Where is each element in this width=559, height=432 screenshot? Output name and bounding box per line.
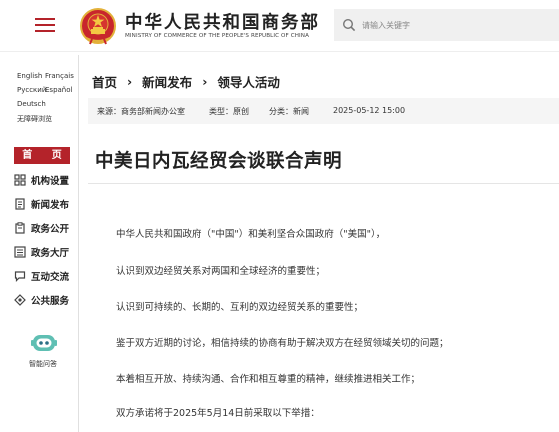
breadcrumb: 首页 › 新闻发布 › 领导人活动: [92, 72, 280, 91]
article-paragraph: 认识到双边经贸关系对两国和全球经济的重要性；: [116, 266, 326, 277]
article-paragraph: 中华人民共和国政府（"中国"）和美利坚合众国政府（"美国"），: [116, 229, 386, 240]
menu-icon[interactable]: [35, 17, 55, 33]
lang-spanish[interactable]: Español: [45, 86, 72, 94]
breadcrumb-leaders[interactable]: 领导人活动: [217, 72, 280, 91]
meta-type: 类型：原创: [209, 107, 249, 116]
title-divider: [88, 183, 559, 184]
article-paragraph: 鉴于双方近期的讨论，相信持续的协商有助于解决双方在经贸领域关切的问题；: [116, 338, 449, 349]
list-icon: [14, 246, 26, 258]
lang-russian[interactable]: Русский: [17, 86, 46, 94]
nav-item-label: 政务大厅: [31, 248, 70, 259]
nav-item-label: 公共服务: [31, 296, 70, 307]
nav-item-label: 互动交流: [31, 272, 70, 283]
site-header: 中华人民共和国商务部 MINISTRY OF COMMERCE OF THE P…: [0, 0, 559, 52]
site-subtitle: MINISTRY OF COMMERCE OF THE PEOPLE'S REP…: [125, 33, 310, 39]
chat-icon: [14, 271, 26, 282]
nav-item-news[interactable]: 新闻发布: [14, 196, 69, 212]
meta-source: 来源：商务部新闻办公室: [97, 107, 185, 116]
meta-category: 分类：新闻: [269, 107, 309, 116]
site-title[interactable]: 中华人民共和国商务部: [125, 9, 320, 34]
assistant-label[interactable]: 智能问答: [29, 359, 57, 369]
article-title: 中美日内瓦经贸会谈联合声明: [95, 151, 343, 172]
nav-item-organization[interactable]: 机构设置: [14, 172, 69, 188]
search-icon[interactable]: [342, 18, 356, 32]
article-paragraph: 认识到可持续的、长期的、互利的双边经贸关系的重要性；: [116, 302, 364, 313]
nav-item-government-affairs[interactable]: 政务公开: [14, 220, 69, 236]
grid-icon: [14, 174, 26, 186]
nav-home[interactable]: 首 页: [14, 147, 70, 164]
lang-french[interactable]: Français: [45, 72, 74, 80]
breadcrumb-news[interactable]: 新闻发布: [142, 72, 192, 91]
services-icon: [14, 294, 26, 306]
search-box: [334, 9, 559, 41]
clipboard-icon: [15, 222, 25, 234]
meta-datetime: 2025-05-12 15:00: [333, 106, 406, 115]
breadcrumb-home[interactable]: 首页: [92, 72, 117, 91]
search-input[interactable]: [362, 15, 552, 35]
lang-english[interactable]: English: [17, 72, 42, 80]
nav-item-label: 新闻发布: [31, 200, 70, 211]
article-paragraph: 本着相互开放、持续沟通、合作和相互尊重的精神，继续推进相关工作；: [116, 374, 421, 385]
accessibility-link[interactable]: 无障碍浏览: [17, 114, 52, 124]
sidebar-divider: [78, 55, 79, 432]
lang-german[interactable]: Deutsch: [17, 100, 46, 108]
document-icon: [15, 198, 25, 210]
nav-item-label: 机构设置: [31, 176, 70, 187]
breadcrumb-separator: ›: [127, 74, 133, 89]
nav-item-service-hall[interactable]: 政务大厅: [14, 244, 69, 260]
breadcrumb-separator: ›: [202, 74, 208, 89]
nav-item-interaction[interactable]: 互动交流: [14, 268, 69, 284]
robot-assistant-icon[interactable]: [31, 333, 57, 355]
national-emblem-icon[interactable]: [80, 8, 116, 45]
article-paragraph: 双方承诺将于2025年5月14日前采取以下举措：: [116, 408, 320, 419]
nav-item-public-services[interactable]: 公共服务: [14, 292, 69, 308]
nav-item-label: 政务公开: [31, 224, 70, 235]
